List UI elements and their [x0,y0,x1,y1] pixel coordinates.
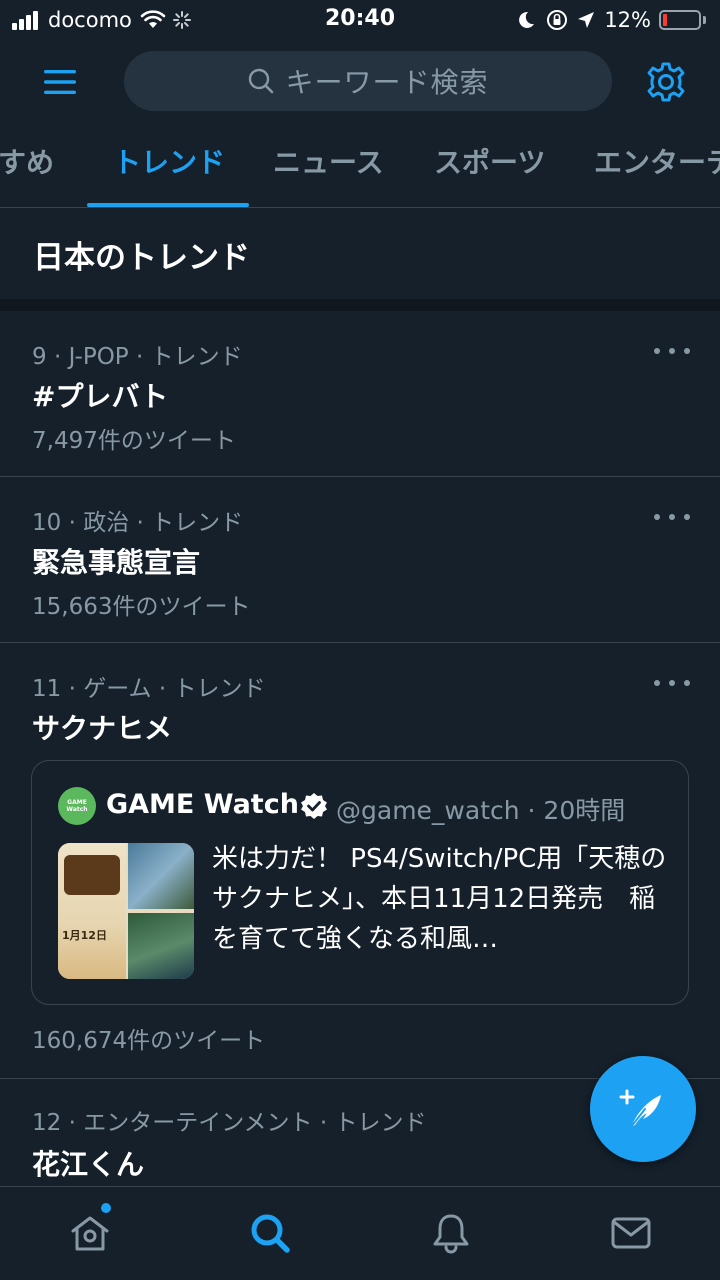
moon-icon [519,11,535,28]
tab-trends[interactable]: トレンド [113,130,225,207]
section-title: 日本のトレンド [33,240,250,276]
compose-feather-icon [619,1089,661,1128]
trend-name: #プレバト [32,380,169,413]
battery-percent: 12% [604,8,651,32]
thumbnail-screenshot-bottom [128,913,194,979]
explore-tabs: すめ トレンド ニュース スポーツ エンターテ [0,130,720,208]
status-right: 12% [516,8,706,32]
section-separator [0,299,720,311]
search-icon [249,68,274,94]
trend-name: 緊急事態宣言 [32,546,201,579]
trend-meta: 9 · J-POP · トレンド [32,344,243,370]
battery-cap [703,16,706,24]
verified-badge-icon [301,793,327,819]
avatar-logo-text: GAME Watch [66,799,88,813]
nav-search[interactable] [248,1211,292,1255]
app-screen: docomo 20:40 12% キーワード検索 すめ トレンド ニュース スポ… [0,0,720,1280]
trend-tweet-count: 7,497件のツイート [32,428,236,454]
account-handle-time: @game_watch · 20時間 [336,796,626,825]
search-icon [251,1214,290,1253]
trend-tweet-count: 15,663件のツイート [32,594,251,620]
trend-meta: 10 · 政治 · トレンド [32,510,244,536]
trend-item[interactable]: 10 · 政治 · トレンド 緊急事態宣言 15,663件のツイート [0,477,720,642]
search-input[interactable]: キーワード検索 [124,51,612,111]
search-placeholder: キーワード検索 [285,66,489,99]
menu-button[interactable] [40,62,80,102]
tab-entertainment[interactable]: エンターテ [594,130,720,207]
trend-name: サクナヒメ [32,712,173,745]
compose-tweet-button[interactable] [590,1056,696,1162]
battery-level [663,14,667,26]
thumbnail-date: 1月12日 [62,929,107,942]
hamburger-menu-icon [44,70,76,94]
settings-button[interactable] [644,60,688,104]
rotation-lock-icon [547,10,568,30]
trend-name: 花江くん [32,1148,145,1181]
thumbnail-screenshot-top [128,843,194,909]
trend-meta: 12 · エンターテインメント · トレンド [32,1110,427,1136]
location-icon [578,12,595,28]
thumbnail-logo [64,855,120,895]
nav-home[interactable] [68,1211,112,1255]
embedded-tweet-card[interactable]: GAME Watch GAME Watch @game_watch · 20時間… [31,760,689,1005]
status-bar: docomo 20:40 12% [0,0,720,40]
active-tab-indicator [87,203,249,207]
new-tweets-dot [101,1203,111,1213]
bottom-navigation [0,1186,720,1280]
gear-icon [647,62,685,102]
more-options-button[interactable] [654,507,690,527]
trend-tweet-count: 160,674件のツイート [32,1028,266,1054]
notifications-icon [433,1214,469,1254]
trend-item[interactable]: 9 · J-POP · トレンド #プレバト 7,497件のツイート [0,311,720,476]
trend-meta: 11 · ゲーム · トレンド [32,676,266,702]
tweet-text: 米は力だ！ PS4/Switch/PC用「天穂のサクナヒメ」、本日11月12日発… [212,844,667,954]
tab-sports[interactable]: スポーツ [434,130,545,207]
messages-icon [611,1217,651,1249]
nav-messages[interactable] [609,1211,653,1255]
tab-recommended[interactable]: すめ [0,130,54,207]
more-options-button[interactable] [654,341,690,361]
tab-news[interactable]: ニュース [273,130,384,207]
home-icon [71,1216,109,1251]
tweet-thumbnail-image: 1月12日 [58,843,194,979]
more-options-button[interactable] [654,673,690,693]
account-avatar[interactable]: GAME Watch [58,787,96,825]
nav-notifications[interactable] [429,1211,473,1255]
battery-icon [659,10,701,30]
account-name: GAME Watch [106,789,299,820]
thumbnail-key-art: 1月12日 [58,843,126,979]
